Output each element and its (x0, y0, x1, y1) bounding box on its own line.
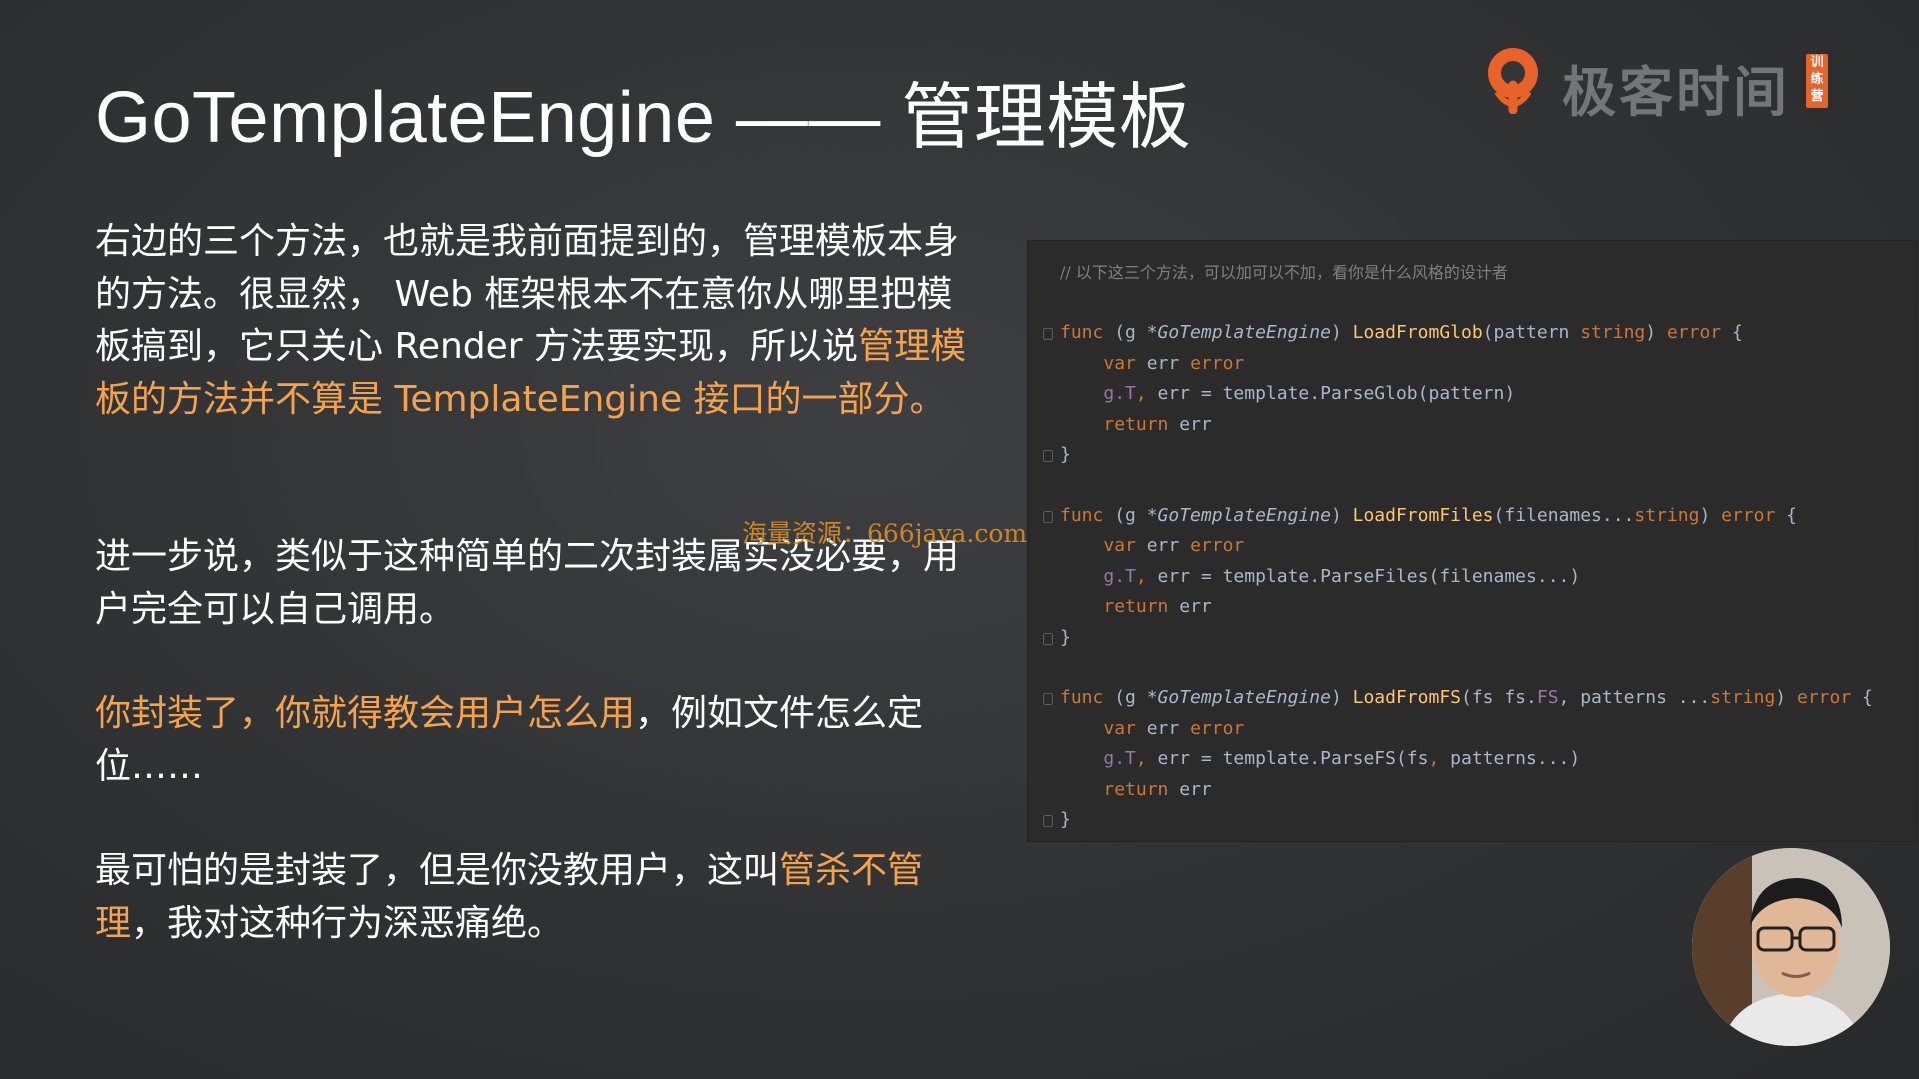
code-line: return err (1103, 596, 1212, 617)
fold-marker-icon[interactable] (1043, 328, 1053, 340)
paragraph-4: 最可怕的是封装了，但是你没教用户，这叫管杀不管理，我对这种行为深恶痛绝。 (95, 845, 975, 950)
fold-marker-icon[interactable] (1043, 815, 1053, 827)
code-line: func (g *GoTemplateEngine) LoadFromFiles… (1060, 504, 1797, 526)
code-line: var err error (1103, 535, 1245, 556)
code-line: } (1060, 444, 1071, 465)
code-line: var err error (1103, 717, 1245, 739)
code-line: return err (1103, 413, 1212, 435)
code-line: g.T, err = template.ParseGlob(pattern) (1103, 383, 1516, 404)
paragraph-4-text-end: ，我对这种行为深恶痛绝。 (131, 902, 564, 944)
code-panel: // 以下这三个方法，可以加可以不加，看你是什么风格的设计者 func (g *… (1027, 240, 1917, 842)
brand-name: 极客时间 (1562, 61, 1790, 124)
watermark: 海量资源：666java.com (742, 519, 1028, 548)
slide-title: GoTemplateEngine —— 管理模板 (95, 78, 1192, 158)
code-line: var err error (1103, 352, 1245, 374)
paragraph-1-text: 右边的三个方法，也就是我前面提到的，管理模板本身的方法。很显然， Web 框架根… (95, 221, 960, 367)
brand-tag-text: 训练营 (1810, 55, 1824, 104)
code-line: g.T, err = template.ParseFS(fs, patterns… (1103, 748, 1581, 769)
paragraph-4-text: 最可怕的是封装了，但是你没教用户，这叫 (95, 850, 780, 891)
code-line: return err (1103, 778, 1212, 800)
paragraph-1: 右边的三个方法，也就是我前面提到的，管理模板本身的方法。很显然， Web 框架根… (95, 216, 975, 426)
geektime-logo-icon (1488, 48, 1538, 114)
presenter-avatar-icon (1692, 848, 1890, 1046)
code-line: func (g *GoTemplateEngine) LoadFromFS(fs… (1060, 687, 1873, 708)
paragraph-3: 你封装了，你就得教会用户怎么用，例如文件怎么定位…… (95, 688, 975, 793)
code-comment: // 以下这三个方法，可以加可以不加，看你是什么风格的设计者 (1060, 263, 1508, 282)
presenter-avatar (1692, 848, 1890, 1046)
fold-marker-icon[interactable] (1043, 510, 1053, 523)
code-line: } (1060, 809, 1071, 830)
paragraph-3-highlight: 你封装了，你就得教会用户怎么用 (95, 693, 636, 734)
brand-logo: 极客时间 训练营 (1484, 42, 1829, 124)
code-line: func (g *GoTemplateEngine) LoadFromGlob(… (1060, 322, 1743, 343)
fold-marker-icon[interactable] (1043, 450, 1053, 462)
fold-marker-icon[interactable] (1043, 632, 1053, 645)
code-line: } (1060, 626, 1071, 648)
fold-marker-icon[interactable] (1043, 693, 1053, 705)
code-line: g.T, err = template.ParseFiles(filenames… (1103, 565, 1581, 587)
paragraph-2-text: 进一步说，类似于这种简单的二次封装属实没必要，用户完全可以自己调用。 (95, 536, 960, 630)
brand-tag: 训练营 (1806, 54, 1828, 108)
